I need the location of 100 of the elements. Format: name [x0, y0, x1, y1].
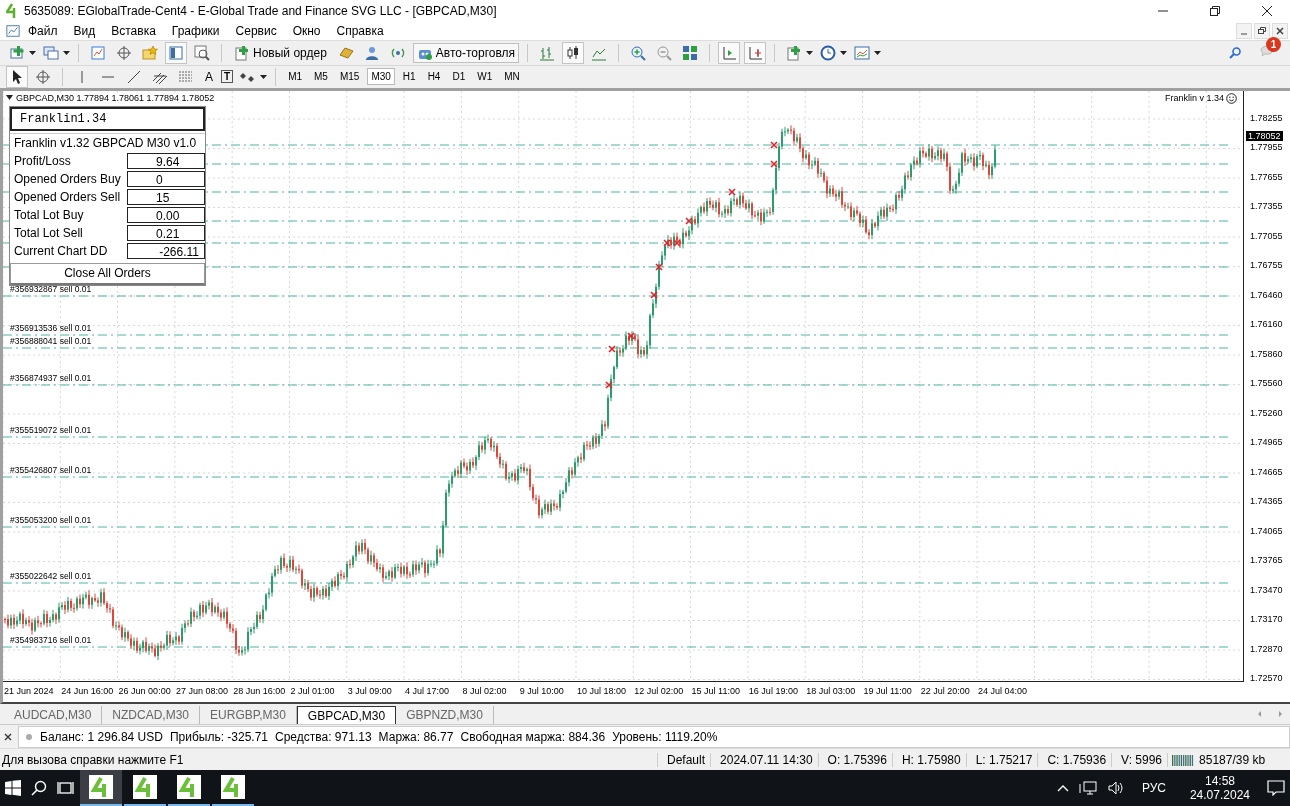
account-summary-item: Маржа: 86.77 — [378, 729, 454, 744]
price-label: 1.73765 — [1250, 555, 1283, 566]
time-label: 28 Jun 16:00 — [233, 686, 287, 697]
price-label: 1.75860 — [1250, 348, 1283, 359]
price-label: 1.78255 — [1250, 112, 1283, 123]
menu-item[interactable]: Окно — [284, 23, 329, 38]
clock-time[interactable]: 14:58 — [1204, 774, 1235, 788]
status-low: L: 1.75217 — [970, 752, 1039, 767]
stat-value: 9.64 — [127, 152, 205, 169]
chart-header: GBPCAD,M30 1.77894 1.78061 1.77894 1.78052 — [16, 92, 215, 103]
time-label: 3 Jul 09:00 — [347, 686, 393, 697]
chart-tab[interactable]: GBPCAD,M30 — [296, 706, 397, 725]
time-label: 4 Jul 17:00 — [405, 686, 451, 697]
stat-label: Opened Orders Buy — [13, 171, 122, 186]
price-label: 1.73170 — [1250, 614, 1283, 625]
status-volume: V: 5996 — [1116, 752, 1169, 767]
time-label: 27 Jun 08:00 — [175, 686, 229, 697]
stat-value: 0.21 — [127, 224, 205, 241]
price-label: 1.72870 — [1250, 643, 1283, 654]
time-label: 16 Jul 19:00 — [748, 686, 799, 697]
status-open: O: 1.75396 — [822, 752, 893, 767]
current-price-tag: 1.78052 — [1246, 130, 1283, 141]
price-label: 1.74365 — [1250, 496, 1283, 507]
timeframe-button[interactable]: W1 — [473, 68, 497, 86]
price-label: 1.77955 — [1250, 142, 1283, 153]
new-order-button[interactable]: Новый ордер — [230, 42, 331, 63]
timeframe-button[interactable]: D1 — [448, 68, 470, 86]
price-label: 1.75560 — [1250, 378, 1283, 389]
time-label: 12 Jul 02:00 — [634, 686, 685, 697]
time-label: 24 Jul 04:00 — [978, 686, 1029, 697]
account-summary-item: Уровень: 1119.20% — [612, 729, 718, 744]
clock-date[interactable]: 24.07.2024 — [1189, 788, 1250, 802]
window-title: 5635089: EGlobalTrade-Cent4 - E-Global Trade and Finance SVG LLC - [GBPCAD,M30] — [24, 4, 497, 18]
timeframe-button[interactable]: MN — [500, 68, 524, 86]
price-label: 1.76460 — [1250, 289, 1283, 300]
expert-label: Franklin v 1.34 — [1164, 93, 1224, 104]
price-label: 1.74065 — [1250, 525, 1283, 536]
order-label: #354983716 sell 0.01 — [10, 634, 92, 645]
order-label: #356874937 sell 0.01 — [10, 372, 92, 383]
panel-subtitle: Franklin v1.32 GBPCAD M30 v1.0 — [10, 132, 205, 152]
order-label: #355022642 sell 0.01 — [10, 570, 92, 581]
price-label: 1.74965 — [1250, 437, 1283, 448]
order-label: #355053200 sell 0.01 — [10, 514, 92, 525]
menu-item[interactable]: Файл — [20, 23, 66, 38]
menu-item[interactable]: Вставка — [103, 23, 164, 38]
close-all-orders-button[interactable]: Close All Orders — [10, 262, 205, 285]
text-label-tool-button[interactable]: T — [221, 70, 234, 84]
order-label: #356913536 sell 0.01 — [10, 322, 92, 333]
price-label: 1.75260 — [1250, 407, 1283, 418]
order-label: #356888041 sell 0.01 — [10, 335, 92, 346]
menu-item[interactable]: Справка — [328, 23, 392, 38]
price-label: 1.74665 — [1250, 466, 1283, 477]
panel-title: Franklin1.34 — [10, 106, 205, 131]
account-summary-item: Баланс: 1 296.84 USD — [40, 729, 163, 744]
time-label: 18 Jul 03:00 — [806, 686, 857, 697]
stat-label: Profit/Loss — [13, 153, 72, 168]
time-label: 2 Jul 01:00 — [290, 686, 336, 697]
time-label: 26 Jun 00:00 — [118, 686, 172, 697]
price-label: 1.77655 — [1250, 171, 1283, 182]
status-close: C: 1.75936 — [1042, 752, 1113, 767]
price-label: 1.77355 — [1250, 201, 1283, 212]
time-label: 24 Jun 16:00 — [61, 686, 115, 697]
menu-item[interactable]: Графики — [163, 23, 228, 38]
stat-label: Total Lot Sell — [13, 225, 84, 240]
price-label: 1.77055 — [1250, 230, 1283, 241]
status-bar-time: 2024.07.11 14:30 — [715, 752, 819, 767]
time-label: 21 Jun 2024 — [4, 686, 55, 697]
status-profile: Default — [662, 752, 712, 767]
timeframe-button[interactable]: M1 — [284, 68, 307, 86]
auto-trading-button[interactable]: Авто-торговля — [412, 42, 520, 63]
price-label: 1.72570 — [1250, 673, 1283, 684]
status-help-text: Для вызова справки нажмите F1 — [0, 752, 658, 767]
timeframe-button[interactable]: M15 — [335, 68, 364, 86]
time-label: 9 Jul 10:00 — [519, 686, 565, 697]
timeframe-button[interactable]: H4 — [423, 68, 445, 86]
account-summary-item: Свободная маржа: 884.36 — [460, 729, 606, 744]
menu-item[interactable]: Вид — [65, 23, 104, 38]
time-label: 19 Jul 11:00 — [863, 686, 913, 697]
status-traffic: 85187/39 kb — [1198, 752, 1267, 767]
timeframe-button[interactable]: M5 — [310, 68, 332, 86]
time-label: 22 Jul 20:00 — [920, 686, 971, 697]
order-label: #355426807 sell 0.01 — [10, 464, 92, 475]
time-label: 8 Jul 02:00 — [462, 686, 508, 697]
time-label: 15 Jul 11:00 — [691, 686, 741, 697]
price-label: 1.76755 — [1250, 260, 1283, 271]
stat-label: Total Lot Buy — [13, 207, 85, 222]
language-indicator[interactable]: РУС — [1141, 781, 1166, 795]
timeframe-button[interactable]: M30 — [367, 68, 395, 86]
text-tool-button[interactable]: A — [201, 68, 217, 85]
timeframe-button[interactable]: H1 — [398, 68, 420, 86]
status-high: H: 1.75980 — [896, 752, 967, 767]
stat-label: Opened Orders Sell — [13, 189, 122, 204]
price-label: 1.73470 — [1250, 584, 1283, 595]
time-label: 10 Jul 18:00 — [576, 686, 627, 697]
stat-value: 0.00 — [127, 206, 205, 223]
account-summary-item: Прибыль: -325.71 — [169, 729, 269, 744]
menu-item[interactable]: Сервис — [227, 23, 285, 38]
order-label: #355519072 sell 0.01 — [10, 424, 92, 435]
stat-value: 0 — [127, 170, 205, 187]
account-summary-item: Средства: 971.13 — [275, 729, 372, 744]
